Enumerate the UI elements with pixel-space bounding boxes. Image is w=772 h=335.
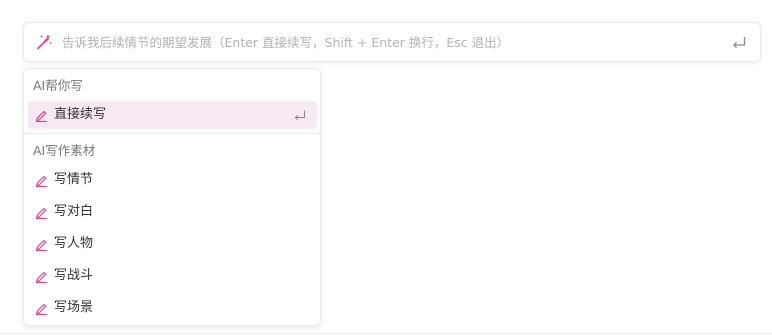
- pencil-icon: [36, 175, 47, 187]
- menu-item-label: 写人物: [54, 236, 94, 251]
- menu-item-scene[interactable]: 写场景: [28, 294, 317, 322]
- magic-wand-icon: [37, 34, 52, 50]
- ai-writing-assistant: AI帮你写 直接续写 AI写作素材 写情节: [0, 0, 772, 335]
- menu-item-label: 写战斗: [54, 268, 94, 283]
- section-title-materials: AI写作素材: [33, 143, 96, 158]
- menu-item-label: 写场景: [54, 300, 94, 315]
- menu-divider: [24, 133, 320, 134]
- menu-item-dialogue[interactable]: 写对白: [28, 198, 317, 226]
- prompt-bar: [23, 22, 761, 62]
- menu-item-battle[interactable]: 写战斗: [28, 262, 317, 290]
- menu-item-label: 写情节: [54, 172, 94, 187]
- enter-key-icon: [294, 110, 306, 120]
- section-title-ai-help: AI帮你写: [33, 78, 83, 93]
- menu-item-label: 写对白: [54, 204, 94, 219]
- pencil-icon: [36, 271, 47, 283]
- page-divider: [0, 333, 772, 334]
- enter-key-icon[interactable]: [732, 36, 746, 48]
- pencil-icon: [36, 239, 47, 251]
- menu-item-label: 直接续写: [54, 107, 107, 122]
- menu-item-continue[interactable]: 直接续写: [28, 101, 317, 129]
- menu-item-character[interactable]: 写人物: [28, 230, 317, 258]
- suggestion-menu: AI帮你写 直接续写 AI写作素材 写情节 写对白 写人物 写战斗 写场景: [23, 68, 321, 326]
- prompt-input[interactable]: [62, 32, 724, 52]
- pencil-icon: [36, 110, 47, 122]
- pencil-icon: [36, 303, 47, 315]
- menu-item-plot[interactable]: 写情节: [28, 166, 317, 194]
- pencil-icon: [36, 207, 47, 219]
